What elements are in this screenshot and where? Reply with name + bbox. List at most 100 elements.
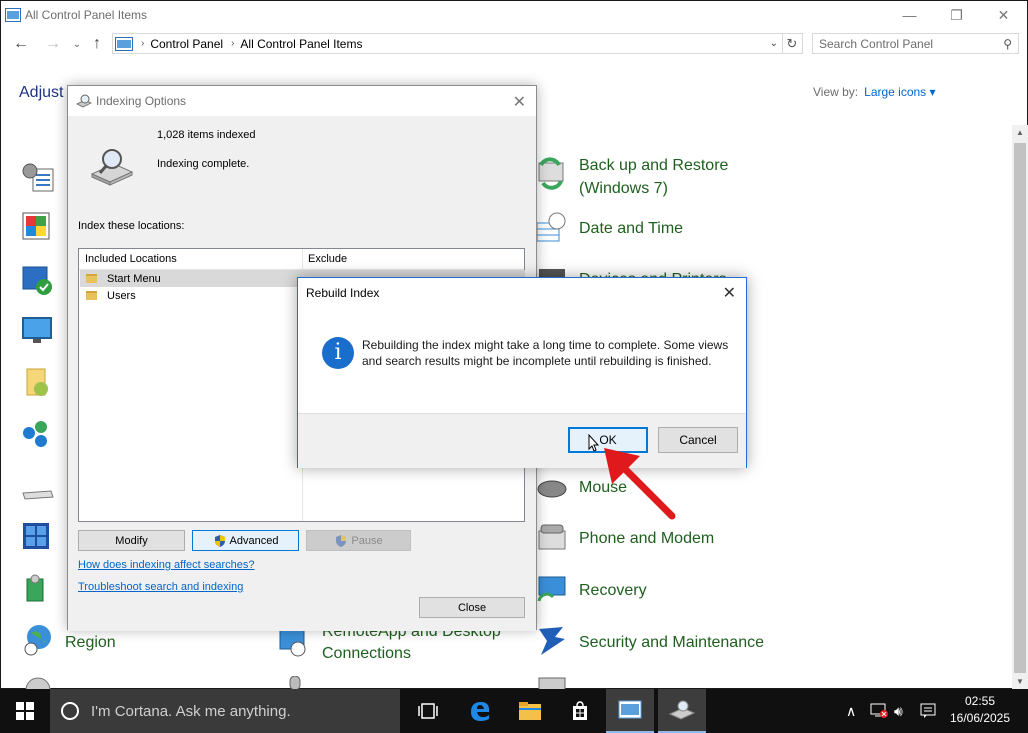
control-panel-app-icon: [5, 8, 21, 22]
backup-restore-label-line2[interactable]: (Windows 7): [579, 177, 668, 200]
minimize-button[interactable]: —: [886, 1, 933, 29]
indexing-status: Indexing complete.: [157, 158, 250, 170]
store-taskbar-button[interactable]: [556, 689, 604, 733]
sound-icon[interactable]: [21, 676, 55, 690]
homegroup-icon[interactable]: [21, 419, 55, 451]
index-locations-label: Index these locations:: [78, 220, 185, 232]
indexing-taskbar-icon: [669, 700, 695, 720]
indexing-close-icon[interactable]: ✕: [513, 92, 526, 112]
col-exclude-header[interactable]: Exclude: [308, 253, 347, 265]
administrative-tools-icon[interactable]: [21, 161, 55, 193]
indexing-help-link[interactable]: How does indexing affect searches?: [78, 559, 255, 571]
edge-taskbar-button[interactable]: [456, 689, 504, 733]
color-management-icon[interactable]: [21, 211, 55, 243]
red-arrow-annotation-icon: [604, 448, 676, 520]
scroll-up-icon[interactable]: ▲: [1012, 125, 1028, 141]
scroll-thumb[interactable]: [1014, 143, 1026, 673]
system-clock[interactable]: 02:55 16/06/2025: [942, 693, 1018, 727]
view-by: View by: Large icons ▾: [813, 85, 936, 99]
search-input[interactable]: Search Control Panel ⚲: [812, 33, 1019, 54]
indexing-magnifier-icon: [90, 149, 134, 186]
volume-tray-button[interactable]: 🔊︎: [894, 689, 903, 733]
mouse-icon[interactable]: [535, 477, 569, 501]
close-dialog-button[interactable]: Close: [419, 597, 525, 618]
indexing-small-icon: [76, 94, 92, 108]
view-by-dropdown[interactable]: Large icons ▾: [864, 85, 935, 99]
recovery-label[interactable]: Recovery: [579, 579, 647, 602]
refresh-icon[interactable]: ↻: [782, 33, 803, 54]
start-button[interactable]: [0, 689, 50, 733]
region-label[interactable]: Region: [65, 631, 116, 654]
chevron-up-icon: ∧: [846, 702, 857, 719]
scroll-down-icon[interactable]: ▼: [1012, 674, 1028, 690]
info-icon: i: [322, 337, 354, 369]
pause-button[interactable]: Pause: [306, 530, 411, 551]
store-icon: [573, 701, 587, 720]
phone-modem-icon[interactable]: [535, 523, 569, 553]
address-bar[interactable]: › Control Panel › All Control Panel Item…: [112, 33, 783, 54]
back-arrow-icon[interactable]: ←: [9, 33, 33, 55]
backup-restore-icon[interactable]: [535, 155, 569, 191]
file-explorer-options-icon[interactable]: [21, 367, 55, 399]
breadcrumb-separator-icon: ›: [231, 38, 235, 49]
rebuild-close-icon[interactable]: ✕: [723, 283, 736, 303]
action-center-button[interactable]: [920, 689, 936, 733]
edge-icon: [471, 702, 490, 721]
address-dropdown-icon[interactable]: ⌄: [770, 38, 778, 49]
file-explorer-taskbar-button[interactable]: [506, 689, 554, 733]
region-icon[interactable]: [21, 623, 55, 657]
location-name: Users: [107, 289, 136, 302]
close-button[interactable]: ✕: [980, 1, 1027, 29]
breadcrumb-all-items[interactable]: All Control Panel Items: [240, 37, 362, 51]
items-indexed-count: 1,028 items indexed: [157, 129, 256, 141]
speech-recognition-icon[interactable]: [284, 676, 306, 690]
control-panel-taskbar-button[interactable]: [606, 689, 654, 733]
breadcrumb-control-panel[interactable]: Control Panel: [150, 37, 223, 51]
advanced-label: Advanced: [229, 534, 279, 547]
rebuild-message: Rebuilding the index might take a long t…: [362, 338, 729, 368]
speaker-icon: 🔊︎: [894, 702, 903, 719]
clock-date: 16/06/2025: [949, 711, 1011, 725]
default-programs-icon[interactable]: [21, 265, 55, 297]
display-icon[interactable]: [21, 315, 55, 347]
show-hidden-icons-button[interactable]: ∧: [846, 689, 856, 733]
backup-restore-label[interactable]: Back up and Restore: [579, 154, 728, 177]
phone-modem-label[interactable]: Phone and Modem: [579, 527, 714, 550]
network-sharing-icon[interactable]: [21, 521, 55, 553]
storage-spaces-icon[interactable]: [535, 676, 569, 690]
vertical-scrollbar[interactable]: ▲ ▼: [1012, 125, 1028, 690]
restore-button[interactable]: ❐: [933, 1, 980, 29]
indexing-title-bar: Indexing Options ✕: [68, 86, 536, 116]
date-time-icon[interactable]: [535, 211, 569, 243]
date-time-label[interactable]: Date and Time: [579, 217, 683, 240]
up-arrow-icon[interactable]: ↑: [85, 33, 109, 55]
view-by-label: View by:: [813, 85, 859, 99]
search-icon[interactable]: ⚲: [1003, 37, 1012, 51]
remoteapp-label-line2[interactable]: Connections: [322, 642, 411, 665]
col-included-header[interactable]: Included Locations: [85, 253, 177, 265]
network-disconnected-icon: [870, 703, 888, 718]
control-panel-small-icon: [115, 36, 133, 51]
recovery-icon[interactable]: [535, 575, 569, 607]
modify-button[interactable]: Modify: [78, 530, 185, 551]
advanced-button[interactable]: Advanced: [192, 530, 299, 551]
indexing-taskbar-button[interactable]: [658, 689, 706, 733]
security-maintenance-icon[interactable]: [535, 625, 569, 657]
folder-icon: [86, 274, 97, 283]
cortana-search-box[interactable]: I'm Cortana. Ask me anything.: [50, 689, 400, 733]
windows-logo-icon: [16, 702, 34, 720]
task-view-icon: [418, 703, 438, 719]
control-panel-taskbar-icon: [618, 700, 642, 719]
power-options-icon[interactable]: [21, 573, 55, 605]
folder-icon: [86, 291, 97, 300]
folder-icon: [519, 702, 541, 720]
network-tray-button[interactable]: [869, 689, 889, 733]
remoteapp-icon[interactable]: [278, 627, 312, 659]
security-maintenance-label[interactable]: Security and Maintenance: [579, 631, 764, 654]
keyboard-icon[interactable]: [21, 481, 55, 513]
search-placeholder: Search Control Panel: [819, 36, 934, 51]
pause-label: Pause: [351, 534, 383, 547]
forward-arrow-icon[interactable]: →: [41, 33, 65, 55]
troubleshoot-link[interactable]: Troubleshoot search and indexing: [78, 581, 243, 593]
task-view-button[interactable]: [404, 689, 452, 733]
